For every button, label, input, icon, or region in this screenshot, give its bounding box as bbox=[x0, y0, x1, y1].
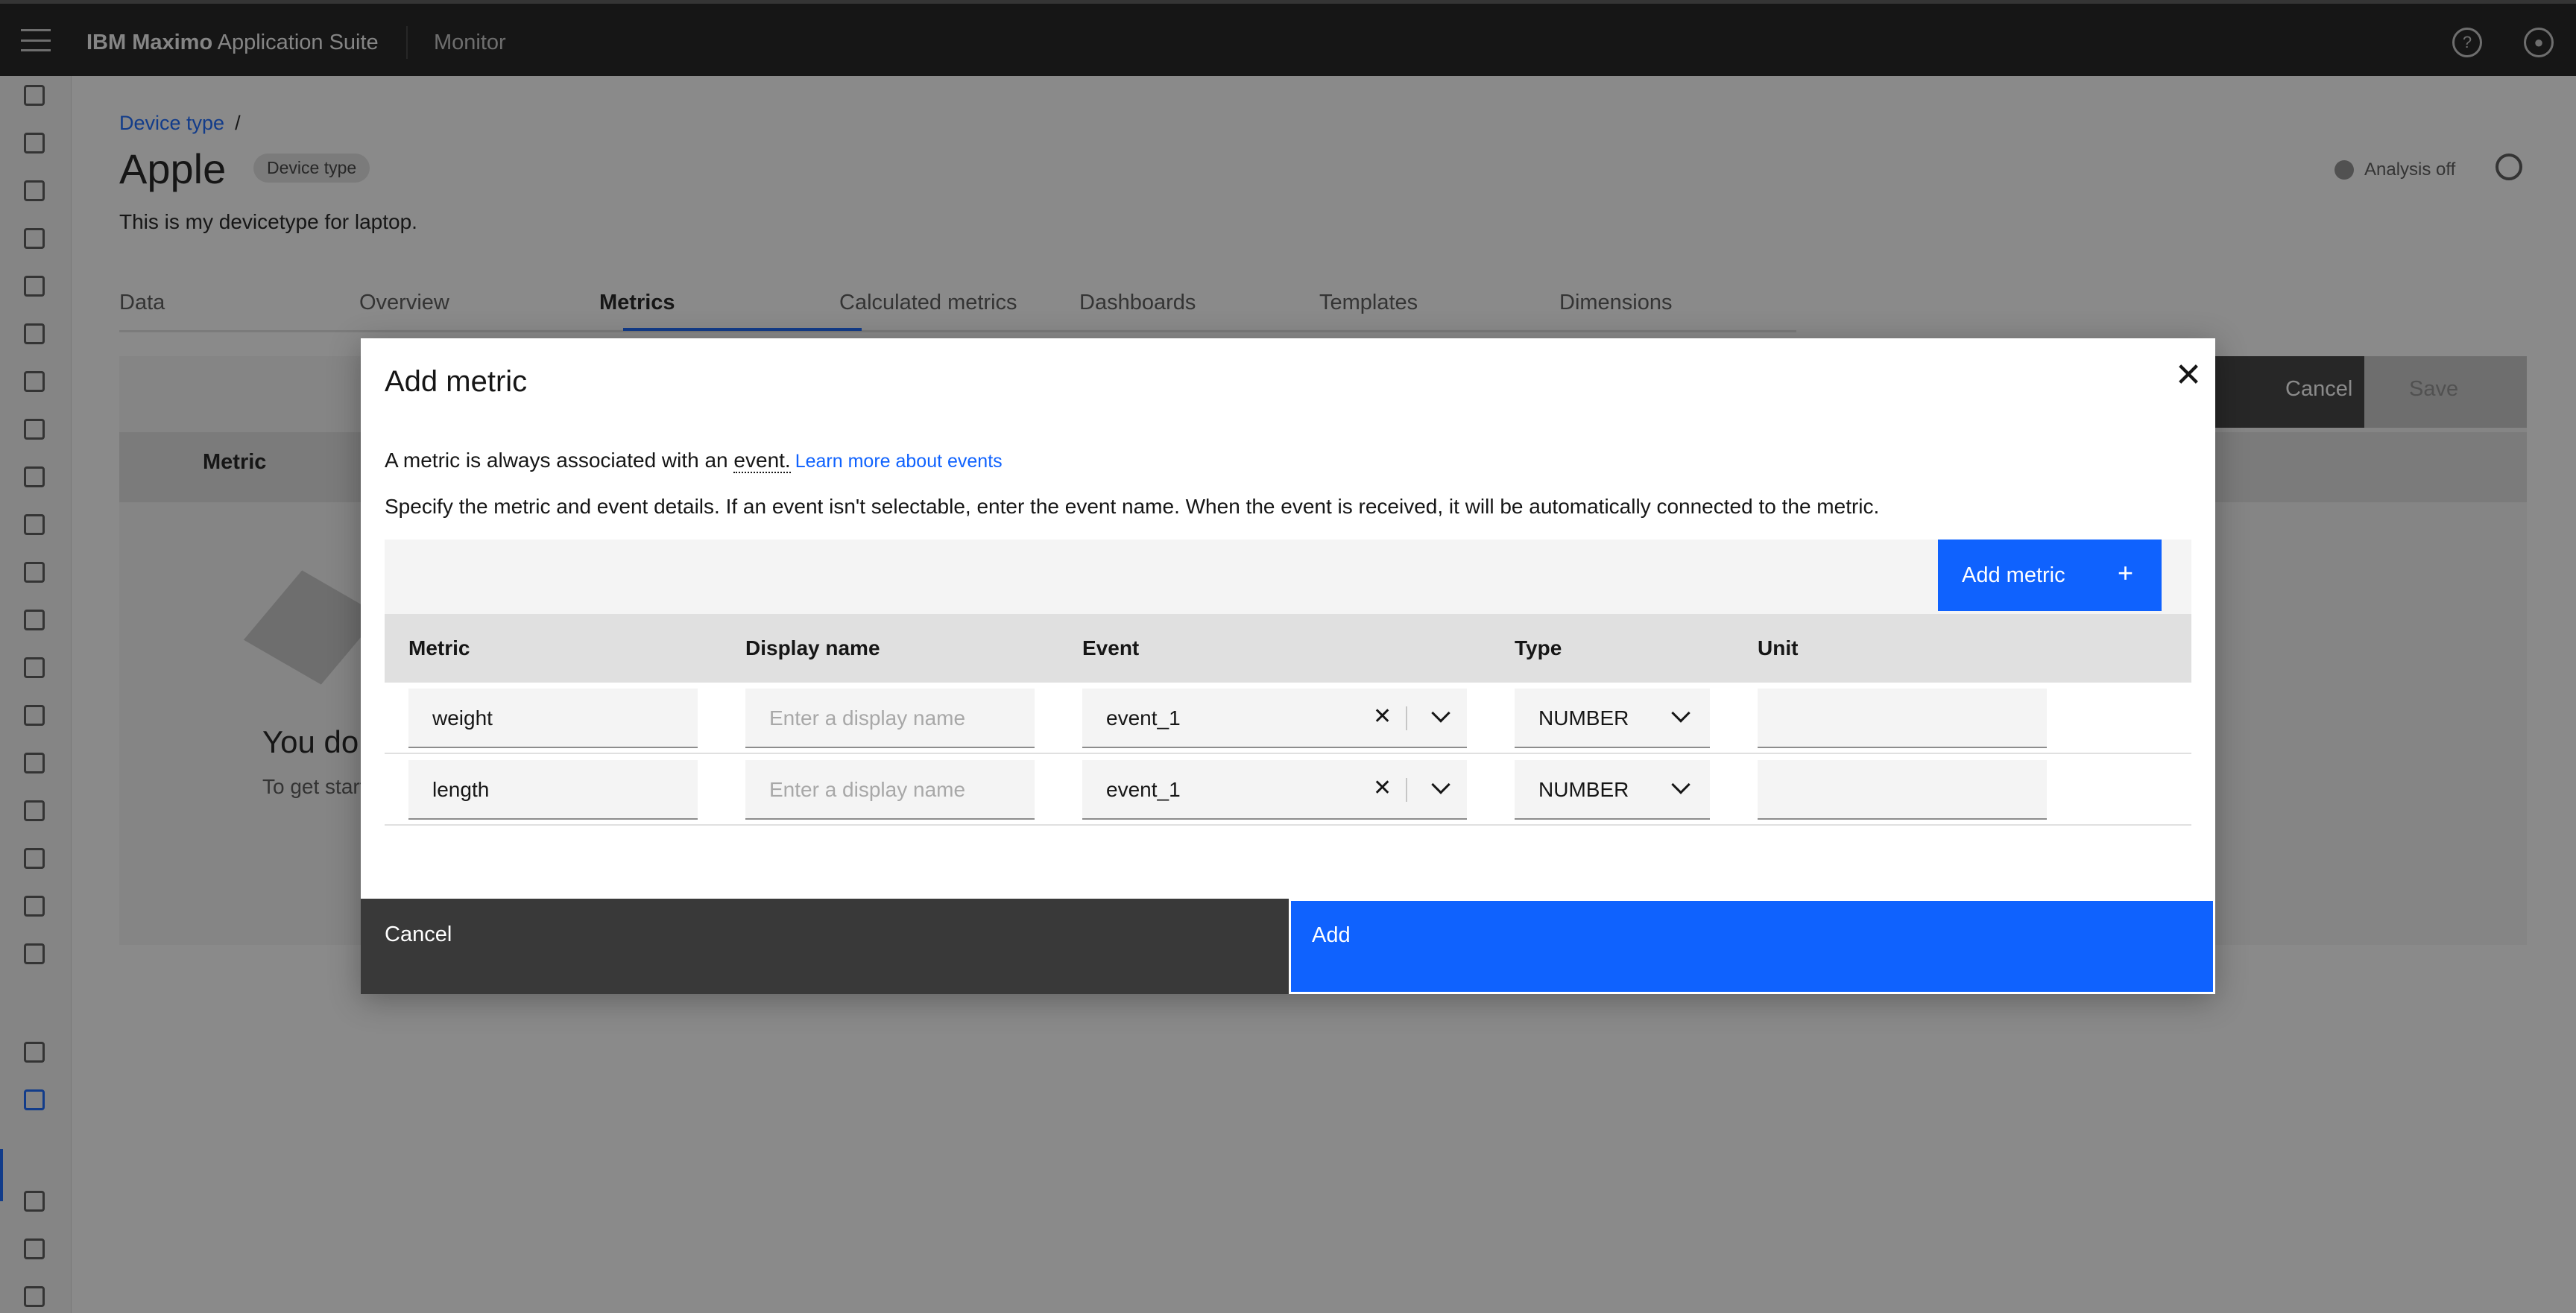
event-combobox[interactable]: event_1 ✕ bbox=[1082, 689, 1467, 748]
chevron-down-icon[interactable] bbox=[1431, 775, 1450, 794]
modal-instructions: Specify the metric and event details. If… bbox=[385, 495, 1880, 518]
cancel-button[interactable]: Cancel bbox=[361, 899, 1289, 994]
unit-input[interactable] bbox=[1758, 689, 2047, 748]
display-name-input[interactable]: Enter a display name bbox=[745, 689, 1035, 748]
metric-input[interactable]: length bbox=[408, 760, 698, 820]
column-header-unit: Unit bbox=[1758, 636, 1799, 659]
chevron-down-icon[interactable] bbox=[1431, 703, 1450, 723]
learn-more-link[interactable]: Learn more about events bbox=[795, 451, 1003, 472]
clear-icon[interactable]: ✕ bbox=[1373, 703, 1392, 730]
combobox-divider bbox=[1406, 778, 1407, 802]
add-button[interactable]: Add bbox=[1289, 899, 2215, 994]
modal-intro: A metric is always associated with an ev… bbox=[385, 449, 1003, 473]
type-select[interactable]: NUMBER bbox=[1515, 689, 1710, 748]
display-name-input[interactable]: Enter a display name bbox=[745, 760, 1035, 820]
chevron-down-icon bbox=[1671, 775, 1690, 794]
event-tooltip-term[interactable]: event. bbox=[733, 449, 791, 473]
event-combobox[interactable]: event_1 ✕ bbox=[1082, 760, 1467, 820]
close-icon[interactable]: ✕ bbox=[2174, 359, 2203, 392]
column-header-metric: Metric bbox=[408, 636, 470, 659]
add-metric-modal: Add metric ✕ A metric is always associat… bbox=[361, 338, 2215, 994]
column-header-event: Event bbox=[1082, 636, 1140, 659]
clear-icon[interactable]: ✕ bbox=[1373, 775, 1392, 801]
unit-input[interactable] bbox=[1758, 760, 2047, 820]
type-select[interactable]: NUMBER bbox=[1515, 760, 1710, 820]
plus-icon: + bbox=[2117, 557, 2133, 588]
column-header-display-name: Display name bbox=[745, 636, 880, 659]
table-header: Metric Display name Event Type Unit bbox=[385, 614, 2191, 683]
table-toolbar bbox=[385, 540, 2191, 614]
metric-input[interactable]: weight bbox=[408, 689, 698, 748]
column-header-type: Type bbox=[1515, 636, 1562, 659]
chevron-down-icon bbox=[1671, 703, 1690, 723]
table-row: length Enter a display name event_1 ✕ NU… bbox=[385, 754, 2191, 826]
add-metric-button[interactable]: Add metric + bbox=[1938, 540, 2162, 611]
modal-title: Add metric bbox=[385, 365, 528, 398]
table-row: weight Enter a display name event_1 ✕ NU… bbox=[385, 683, 2191, 754]
combobox-divider bbox=[1406, 706, 1407, 730]
